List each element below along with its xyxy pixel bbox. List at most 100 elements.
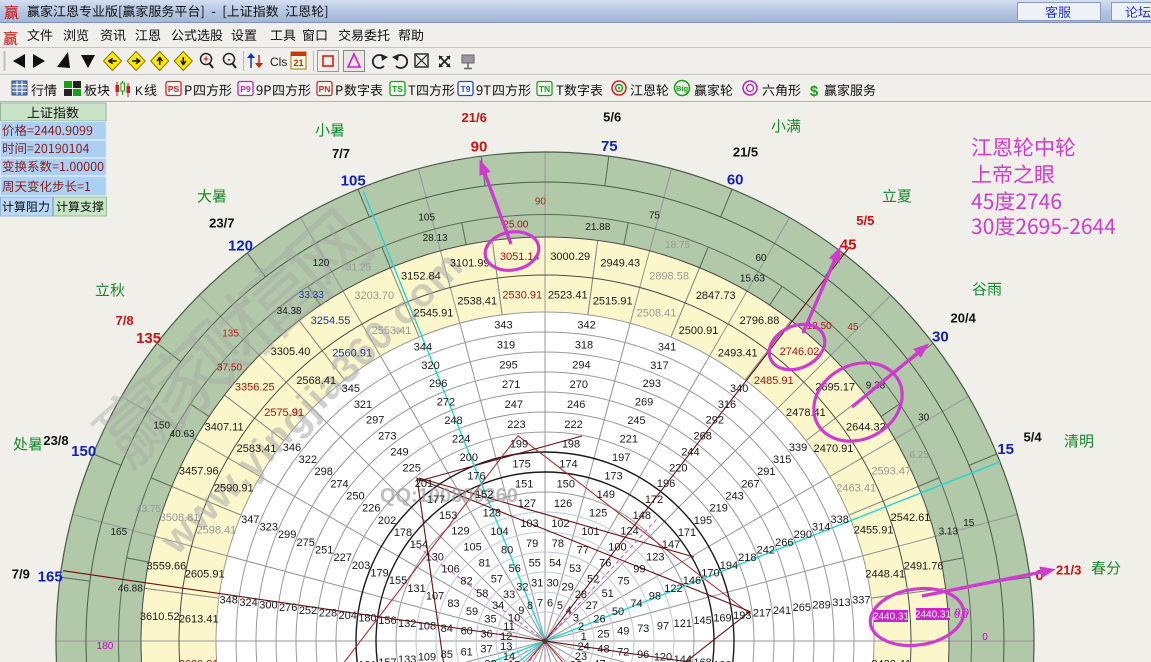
svg-text:2575.91: 2575.91 — [264, 407, 304, 419]
svg-text:34: 34 — [492, 600, 504, 612]
svg-text:320: 320 — [421, 360, 439, 372]
svg-text:154: 154 — [410, 539, 428, 551]
svg-text:165: 165 — [110, 527, 127, 538]
svg-text:127: 127 — [518, 498, 536, 510]
svg-text:200: 200 — [460, 452, 478, 464]
svg-text:28: 28 — [575, 589, 587, 601]
svg-text:108: 108 — [418, 621, 436, 633]
svg-text:228: 228 — [319, 607, 337, 619]
svg-text:2542.61: 2542.61 — [891, 512, 931, 524]
svg-text:273: 273 — [378, 431, 396, 443]
svg-text:2478.41: 2478.41 — [786, 407, 826, 419]
svg-text:90: 90 — [535, 197, 547, 208]
svg-text:7/7: 7/7 — [332, 146, 350, 161]
svg-text:99: 99 — [633, 564, 645, 576]
svg-text:103: 103 — [520, 518, 538, 530]
svg-text:223: 223 — [507, 419, 525, 431]
svg-text:2553.41: 2553.41 — [372, 325, 412, 337]
svg-text:52: 52 — [587, 573, 599, 585]
svg-text:270: 270 — [570, 379, 588, 391]
svg-text:3356.25: 3356.25 — [235, 382, 275, 394]
svg-text:30: 30 — [547, 578, 559, 590]
svg-text:342: 342 — [577, 320, 595, 332]
svg-text:323: 323 — [260, 522, 278, 534]
svg-text:131: 131 — [407, 583, 425, 595]
svg-text:347: 347 — [241, 514, 259, 526]
svg-text:3508.81: 3508.81 — [160, 512, 200, 524]
svg-text:126: 126 — [554, 498, 572, 510]
svg-text:$: $ — [810, 83, 819, 100]
svg-text:82: 82 — [460, 576, 472, 588]
svg-text:221: 221 — [620, 434, 638, 446]
svg-text:2508.41: 2508.41 — [637, 307, 677, 319]
svg-text:TS: TS — [392, 84, 403, 94]
svg-text:QQ:100800360: QQ:100800360 — [380, 485, 518, 507]
svg-text:76: 76 — [599, 558, 611, 570]
svg-text:269: 269 — [635, 397, 653, 409]
svg-text:2847.73: 2847.73 — [696, 290, 736, 302]
svg-text:171: 171 — [678, 527, 696, 539]
svg-text:3152.84: 3152.84 — [401, 271, 441, 283]
svg-text:47: 47 — [593, 659, 605, 662]
svg-text:344: 344 — [414, 341, 432, 353]
svg-text:102: 102 — [551, 518, 569, 530]
svg-text:21/3: 21/3 — [1056, 563, 1081, 578]
svg-text:275: 275 — [297, 537, 315, 549]
svg-text:343: 343 — [494, 320, 512, 332]
svg-text:2455.91: 2455.91 — [854, 525, 894, 537]
svg-text:144: 144 — [674, 654, 692, 662]
svg-text:3101.99: 3101.99 — [450, 257, 490, 269]
svg-text:151: 151 — [515, 478, 533, 490]
svg-text:316: 316 — [718, 399, 736, 411]
svg-text:105: 105 — [418, 213, 435, 224]
svg-text:3254.55: 3254.55 — [311, 315, 351, 327]
svg-text:135: 135 — [136, 330, 161, 347]
svg-text:248: 248 — [444, 415, 462, 427]
svg-text:20/4: 20/4 — [951, 310, 977, 325]
svg-text:105: 105 — [341, 172, 366, 189]
svg-text:21: 21 — [293, 58, 303, 68]
svg-text:2485.91: 2485.91 — [754, 375, 794, 387]
svg-text:31: 31 — [531, 578, 543, 590]
svg-text:276: 276 — [279, 602, 297, 614]
svg-text:246: 246 — [567, 399, 585, 411]
svg-text:217: 217 — [753, 607, 771, 619]
svg-text:2538.41: 2538.41 — [457, 296, 497, 308]
svg-text:252: 252 — [299, 605, 317, 617]
svg-text:3610.52: 3610.52 — [140, 611, 180, 623]
svg-text:79: 79 — [526, 538, 538, 550]
svg-text:244: 244 — [681, 446, 699, 458]
svg-text:2593.47: 2593.47 — [871, 465, 911, 477]
svg-text:109: 109 — [418, 652, 436, 662]
svg-text:2746.02: 2746.02 — [780, 346, 820, 358]
svg-text:298: 298 — [315, 466, 333, 478]
svg-text:120: 120 — [654, 652, 672, 662]
svg-text:3: 3 — [573, 612, 579, 624]
svg-text:61: 61 — [461, 646, 473, 658]
svg-text:33: 33 — [503, 589, 515, 601]
svg-text:227: 227 — [334, 552, 352, 564]
svg-text:2493.41: 2493.41 — [718, 348, 758, 360]
svg-text:3305.40: 3305.40 — [271, 346, 311, 358]
svg-text:PN: PN — [319, 84, 331, 94]
svg-text:218: 218 — [738, 552, 756, 564]
svg-text:150: 150 — [153, 421, 170, 432]
svg-text:146: 146 — [683, 575, 701, 587]
svg-text:267: 267 — [741, 478, 759, 490]
svg-text:72: 72 — [617, 646, 629, 658]
svg-text:26: 26 — [593, 613, 605, 625]
svg-text:2470.91: 2470.91 — [814, 443, 854, 455]
svg-text:318: 318 — [575, 340, 593, 352]
svg-text:T9: T9 — [461, 84, 471, 94]
svg-text:133: 133 — [398, 654, 416, 662]
svg-text:58: 58 — [476, 588, 488, 600]
svg-text:2568.41: 2568.41 — [296, 375, 336, 387]
svg-text:201: 201 — [415, 478, 433, 490]
svg-text:5: 5 — [557, 600, 563, 612]
svg-text:P9: P9 — [240, 84, 251, 94]
svg-text:34.38: 34.38 — [277, 306, 302, 317]
svg-text:Cls: Cls — [270, 55, 287, 69]
svg-text:165: 165 — [38, 569, 63, 586]
svg-text:3407.11: 3407.11 — [205, 422, 244, 434]
svg-text:195: 195 — [694, 515, 712, 527]
